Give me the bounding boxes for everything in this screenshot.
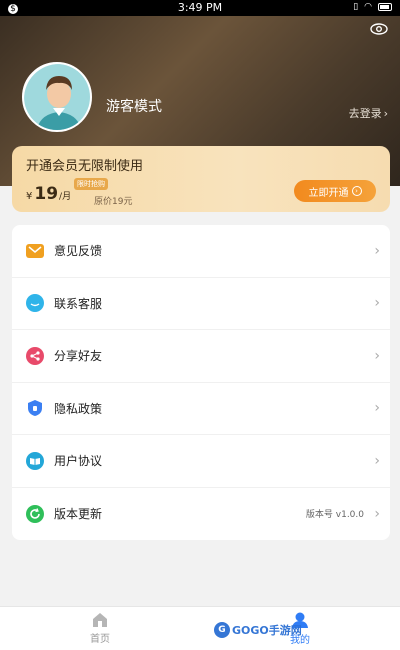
open-vip-label: 立即开通 — [308, 187, 349, 199]
username: 游客模式 — [106, 99, 162, 115]
chevron-right-icon: › — [383, 106, 388, 120]
wifi-icon: ◠ — [364, 2, 372, 12]
share-icon — [26, 346, 44, 365]
book-icon — [26, 451, 44, 470]
menu-item-label: 用户协议 — [54, 454, 103, 469]
settings-menu: 意见反馈 › 联系客服 › 分享好友 › 隐私政策 › 用户协议 › 版本更新 … — [12, 225, 390, 540]
gogo-logo-icon: G — [214, 622, 230, 638]
login-link-label: 去登录 — [348, 107, 382, 120]
menu-item-label: 联系客服 — [54, 296, 103, 311]
eye-icon[interactable] — [370, 22, 388, 36]
version-text: 版本号 v1.0.0 — [305, 510, 364, 521]
vip-original-price: 原价19元 — [94, 197, 133, 207]
watermark-text: GOGO手游网 — [232, 624, 302, 637]
menu-item-label: 隐私政策 — [54, 401, 103, 416]
status-time: 3:49 PM — [177, 1, 223, 14]
menu-item-share[interactable]: 分享好友 › — [12, 330, 390, 383]
login-link[interactable]: 去登录 › — [349, 105, 388, 121]
nav-home-label: 首页 — [90, 634, 110, 645]
menu-item-feedback[interactable]: 意见反馈 › — [12, 225, 390, 278]
vip-price-unit: /月 — [59, 192, 72, 202]
menu-item-update[interactable]: 版本更新 版本号 v1.0.0 › — [12, 488, 390, 541]
chevron-right-icon: › — [374, 242, 380, 259]
watermark-logo: G GOGO手游网 — [214, 622, 302, 638]
menu-item-label: 分享好友 — [54, 349, 103, 364]
vip-card[interactable]: 开通会员无限制使用 限时抢购 ¥ 19 /月 原价19元 立即开通 › — [12, 146, 390, 212]
vip-price: ¥ 19 /月 — [26, 184, 71, 204]
menu-item-label: 意见反馈 — [54, 244, 103, 259]
chevron-right-icon: › — [374, 295, 380, 312]
chevron-right-icon: › — [374, 400, 380, 417]
vip-badge: 限时抢购 — [74, 178, 108, 190]
vip-title: 开通会员无限制使用 — [26, 159, 144, 174]
open-vip-button[interactable]: 立即开通 › — [294, 180, 376, 202]
mail-icon — [26, 243, 44, 258]
menu-item-privacy[interactable]: 隐私政策 › — [12, 383, 390, 435]
chevron-right-icon: › — [374, 452, 380, 469]
chevron-right-icon: › — [374, 347, 380, 364]
chevron-right-icon: › — [374, 505, 380, 522]
shield-icon — [26, 399, 44, 417]
vip-price-value: 19 — [34, 184, 59, 204]
battery-icon — [378, 3, 392, 11]
avatar-illustration-icon — [24, 64, 90, 130]
status-icons: ▯ ◠ — [353, 2, 392, 12]
vip-currency: ¥ — [26, 191, 33, 202]
home-icon — [93, 613, 107, 627]
vibrate-icon: ▯ — [353, 2, 359, 12]
menu-item-label: 版本更新 — [54, 507, 103, 522]
menu-item-contact[interactable]: 联系客服 › — [12, 278, 390, 330]
bottom-nav: 首页 我的 — [0, 606, 400, 650]
chat-icon — [26, 294, 44, 313]
avatar[interactable] — [22, 62, 92, 132]
arrow-circle-icon: › — [351, 186, 362, 196]
nav-home[interactable]: 首页 — [0, 607, 200, 650]
status-bar: $ 3:49 PM ▯ ◠ — [0, 0, 400, 16]
refresh-icon — [26, 504, 44, 523]
menu-item-agreement[interactable]: 用户协议 › — [12, 435, 390, 488]
